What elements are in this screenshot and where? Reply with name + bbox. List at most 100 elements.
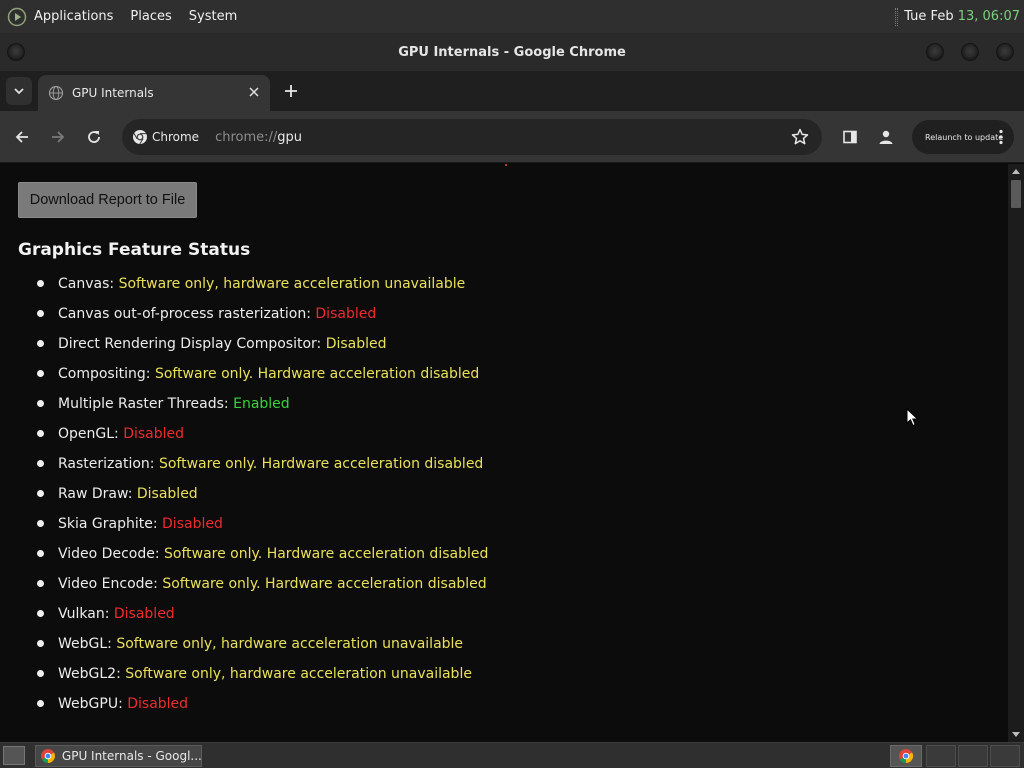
feature-name: OpenGL (58, 426, 115, 442)
chrome-logo-icon (40, 749, 55, 763)
stray-pixel (505, 164, 507, 166)
side-panel-button[interactable] (838, 125, 862, 149)
bullet-icon (37, 340, 44, 347)
mouse-cursor-icon (906, 408, 919, 427)
close-window-icon[interactable] (996, 43, 1014, 61)
forward-arrow-icon (52, 131, 65, 143)
feature-status: Software only. Hardware acceleration dis… (154, 366, 480, 382)
feature-item: Compositing: Software only. Hardware acc… (36, 360, 488, 390)
places-menu[interactable]: Places (130, 9, 171, 24)
distro-logo-icon[interactable] (7, 7, 27, 27)
feature-status: Disabled (113, 606, 175, 622)
workspace-1[interactable] (926, 745, 956, 767)
scrollbar-thumb[interactable] (1011, 180, 1021, 208)
feature-name: Rasterization (58, 456, 150, 472)
tab-search-button[interactable] (6, 77, 32, 105)
reload-icon (88, 131, 100, 143)
url-text[interactable]: chrome://gpu (215, 130, 302, 145)
bullet-icon (37, 430, 44, 437)
bullet-icon (37, 610, 44, 617)
tab-gpu-internals[interactable]: GPU Internals (38, 75, 270, 111)
top-panel: Applications Places System Tue Feb 13, 0… (0, 0, 1024, 33)
bullet-icon (37, 490, 44, 497)
chrome-logo-icon (133, 130, 147, 145)
bullet-icon (37, 520, 44, 527)
feature-name: Video Encode (58, 576, 154, 592)
feature-item: Multiple Raster Threads: Enabled (36, 390, 488, 420)
clock[interactable]: Tue Feb 13, 06:07 (904, 9, 1020, 24)
show-desktop-icon[interactable] (3, 746, 25, 765)
feature-name: Canvas out-of-process rasterization (58, 306, 307, 322)
applications-menu[interactable]: Applications (34, 9, 113, 24)
forward-button[interactable] (46, 125, 70, 149)
new-tab-button[interactable] (281, 81, 301, 101)
feature-name: Raw Draw (58, 486, 128, 502)
scroll-up-arrow-icon[interactable] (1012, 169, 1020, 174)
feature-status: Disabled (162, 516, 223, 532)
feature-status: Enabled (233, 396, 290, 412)
feature-item: Video Decode: Software only. Hardware ac… (36, 540, 488, 570)
reload-button[interactable] (82, 125, 106, 149)
plus-icon (285, 85, 297, 97)
download-report-button[interactable]: Download Report to File (18, 182, 197, 218)
clock-time: 13, 06:07 (957, 9, 1020, 24)
panel-grip-icon (895, 7, 899, 26)
feature-status: Disabled (325, 336, 387, 352)
tray-chrome-button[interactable] (890, 745, 922, 767)
bottom-taskbar: GPU Internals - Googl... (0, 742, 1024, 768)
feature-item: OpenGL: Disabled (36, 420, 488, 450)
feature-name: Direct Rendering Display Compositor (58, 336, 317, 352)
bullet-icon (37, 280, 44, 287)
bullet-icon (37, 640, 44, 647)
minimize-icon[interactable] (926, 43, 944, 61)
window-titlebar: GPU Internals - Google Chrome (0, 33, 1024, 71)
feature-item: Canvas: Software only, hardware accelera… (36, 270, 488, 300)
url-host: gpu (277, 129, 303, 145)
system-menu[interactable]: System (189, 9, 237, 24)
side-panel-icon (843, 130, 857, 144)
feature-name: Vulkan (58, 606, 105, 622)
clock-date-prefix: Tue Feb (904, 9, 954, 24)
address-bar[interactable]: Chrome chrome://gpu (122, 119, 822, 155)
feature-name: WebGPU (58, 696, 119, 712)
window-title: GPU Internals - Google Chrome (398, 44, 626, 60)
bullet-icon (37, 700, 44, 707)
relaunch-to-update-button[interactable]: Relaunch to update (912, 120, 1014, 154)
bullet-icon (37, 580, 44, 587)
feature-item: Canvas out-of-process rasterization: Dis… (36, 300, 488, 330)
page-scrollbar[interactable] (1008, 164, 1024, 742)
bullet-icon (37, 400, 44, 407)
feature-item: Direct Rendering Display Compositor: Dis… (36, 330, 488, 360)
close-tab-icon[interactable] (246, 84, 262, 100)
feature-name: Video Decode (58, 546, 155, 562)
back-arrow-icon (15, 131, 28, 143)
bullet-icon (37, 460, 44, 467)
taskbar-window-button[interactable]: GPU Internals - Googl... (35, 745, 202, 767)
site-chip-label: Chrome (152, 130, 200, 144)
scroll-down-arrow-icon[interactable] (1012, 732, 1020, 737)
maximize-icon[interactable] (961, 43, 979, 61)
bullet-icon (37, 550, 44, 557)
profile-button[interactable] (874, 125, 898, 149)
feature-status: Disabled (136, 486, 198, 502)
feature-item: Vulkan: Disabled (36, 600, 488, 630)
feature-item: Video Encode: Software only. Hardware ac… (36, 570, 488, 600)
feature-status: Software only, hardware acceleration una… (118, 276, 466, 292)
tab-strip: GPU Internals (0, 71, 1024, 111)
feature-status: Software only. Hardware acceleration dis… (162, 576, 487, 592)
feature-name: WebGL2 (58, 666, 117, 682)
feature-item: Rasterization: Software only. Hardware a… (36, 450, 488, 480)
window-menu-icon[interactable] (7, 43, 25, 61)
bookmark-star-icon[interactable] (790, 127, 810, 147)
feature-name: Compositing (58, 366, 146, 382)
workspace-2[interactable] (958, 745, 988, 767)
more-vertical-icon (999, 129, 1003, 145)
site-info-chip[interactable]: Chrome (128, 123, 209, 151)
feature-item: WebGL2: Software only, hardware accelera… (36, 660, 488, 690)
section-heading: Graphics Feature Status (18, 240, 251, 260)
feature-item: Raw Draw: Disabled (36, 480, 488, 510)
workspace-3[interactable] (990, 745, 1020, 767)
relaunch-label: Relaunch to update (925, 132, 1004, 142)
feature-status: Disabled (123, 426, 185, 442)
back-button[interactable] (10, 125, 34, 149)
